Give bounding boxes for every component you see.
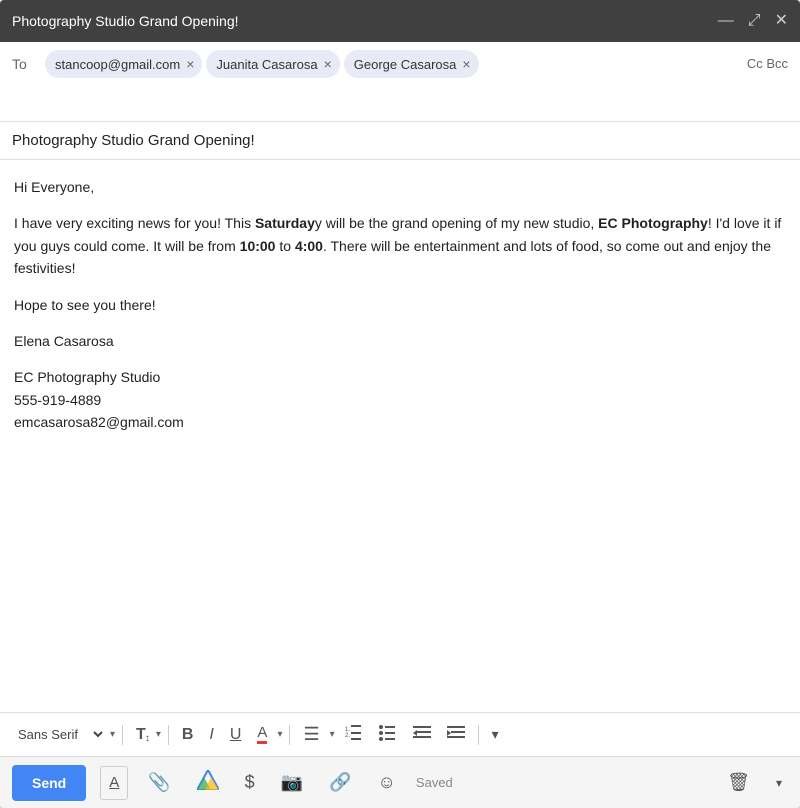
- remove-recipient-2[interactable]: ×: [324, 57, 332, 71]
- to-row: To stancoop@gmail.com × Juanita Casarosa…: [0, 42, 800, 122]
- body-greeting: Hi Everyone,: [14, 176, 786, 198]
- bullet-list-button[interactable]: [373, 719, 403, 750]
- title-bar-controls: — ⤢ ✕: [718, 13, 788, 29]
- decrease-indent-button[interactable]: [407, 720, 437, 749]
- photo-icon: 📷: [281, 772, 303, 793]
- body-main: I have very exciting news for you! This …: [14, 212, 786, 279]
- recipient-email-3: George Casarosa: [354, 57, 457, 72]
- bottom-bar: Send A 📎 $ 📷 🔗: [0, 756, 800, 808]
- link-icon: 🔗: [329, 772, 351, 793]
- link-button[interactable]: 🔗: [323, 768, 357, 797]
- formatting-toolbar: Sans Serif Serif Monospace ▾ T↕ ▾ B I U …: [0, 712, 800, 756]
- maximize-button[interactable]: ⤢: [748, 13, 761, 29]
- toolbar-divider-3: [289, 725, 290, 745]
- bold-button[interactable]: B: [176, 722, 200, 748]
- trash-icon: 🗑: [727, 772, 750, 793]
- increase-indent-button[interactable]: [441, 720, 471, 749]
- recipient-chip: George Casarosa ×: [344, 50, 479, 78]
- close-button[interactable]: ✕: [775, 13, 788, 29]
- photo-button[interactable]: 📷: [275, 768, 309, 797]
- toolbar-divider-4: [478, 725, 479, 745]
- body-area[interactable]: Hi Everyone, I have very exciting news f…: [0, 160, 800, 712]
- recipients-area[interactable]: stancoop@gmail.com × Juanita Casarosa × …: [45, 50, 739, 78]
- send-button[interactable]: Send: [12, 765, 86, 801]
- emoji-button[interactable]: ☺: [372, 768, 402, 797]
- trash-button[interactable]: 🗑: [721, 768, 756, 797]
- remove-recipient-3[interactable]: ×: [462, 57, 470, 71]
- compose-window: Photography Studio Grand Opening! — ⤢ ✕ …: [0, 0, 800, 808]
- saved-label: Saved: [416, 775, 453, 790]
- recipient-email-1: stancoop@gmail.com: [55, 57, 180, 72]
- emoji-icon: ☺: [378, 772, 396, 793]
- more-options-button[interactable]: ▾: [770, 772, 788, 794]
- body-name: Elena Casarosa: [14, 330, 786, 352]
- font-color-chevron: ▾: [277, 729, 282, 740]
- more-formatting-icon: ▾: [492, 726, 499, 743]
- numbered-list-icon: 1. 2.: [345, 723, 363, 746]
- font-family-select[interactable]: Sans Serif Serif Monospace: [10, 724, 106, 745]
- decrease-indent-icon: [413, 724, 431, 745]
- font-size-chevron: ▾: [156, 729, 161, 740]
- subject-row: Photography Studio Grand Opening!: [0, 122, 800, 160]
- font-size-icon: T↕: [136, 726, 146, 744]
- toolbar-divider: [122, 725, 123, 745]
- bullet-list-icon: [379, 723, 397, 746]
- underline-icon: U: [230, 726, 242, 744]
- minimize-button[interactable]: —: [718, 13, 734, 29]
- italic-button[interactable]: I: [203, 722, 219, 748]
- body-studio: EC Photography Studio 555-919-4889 emcas…: [14, 366, 786, 433]
- format-text-button[interactable]: A: [100, 766, 128, 800]
- drive-icon: [197, 770, 219, 795]
- body-hope: Hope to see you there!: [14, 294, 786, 316]
- underline-button[interactable]: U: [224, 722, 248, 748]
- window-title: Photography Studio Grand Opening!: [12, 13, 239, 29]
- toolbar-divider-2: [168, 725, 169, 745]
- subject-text: Photography Studio Grand Opening!: [12, 132, 255, 149]
- attach-button[interactable]: 📎: [142, 768, 176, 797]
- more-formatting-button[interactable]: ▾: [486, 722, 505, 747]
- money-icon: $: [245, 772, 255, 793]
- to-label: To: [12, 50, 37, 72]
- remove-recipient-1[interactable]: ×: [186, 57, 194, 71]
- align-button[interactable]: ☰: [297, 720, 325, 749]
- increase-indent-icon: [447, 724, 465, 745]
- italic-icon: I: [209, 726, 213, 744]
- attach-icon: 📎: [148, 772, 170, 793]
- recipient-email-2: Juanita Casarosa: [216, 57, 317, 72]
- recipient-chip: stancoop@gmail.com ×: [45, 50, 202, 78]
- font-color-button[interactable]: A: [251, 721, 273, 749]
- font-family-chevron: ▾: [110, 729, 115, 740]
- align-icon: ☰: [303, 724, 319, 745]
- money-button[interactable]: $: [239, 768, 261, 797]
- bold-icon: B: [182, 726, 194, 744]
- numbered-list-button[interactable]: 1. 2.: [339, 719, 369, 750]
- format-text-icon: A: [109, 774, 119, 791]
- drive-button[interactable]: [191, 766, 225, 799]
- cc-bcc-button[interactable]: Cc Bcc: [739, 50, 788, 71]
- font-color-icon: A: [257, 725, 267, 745]
- title-bar: Photography Studio Grand Opening! — ⤢ ✕: [0, 0, 800, 42]
- more-options-icon: ▾: [776, 776, 782, 790]
- recipient-chip: Juanita Casarosa ×: [206, 50, 339, 78]
- font-size-button[interactable]: T↕: [130, 722, 152, 748]
- align-chevron: ▾: [330, 729, 335, 740]
- svg-text:2.: 2.: [345, 733, 350, 739]
